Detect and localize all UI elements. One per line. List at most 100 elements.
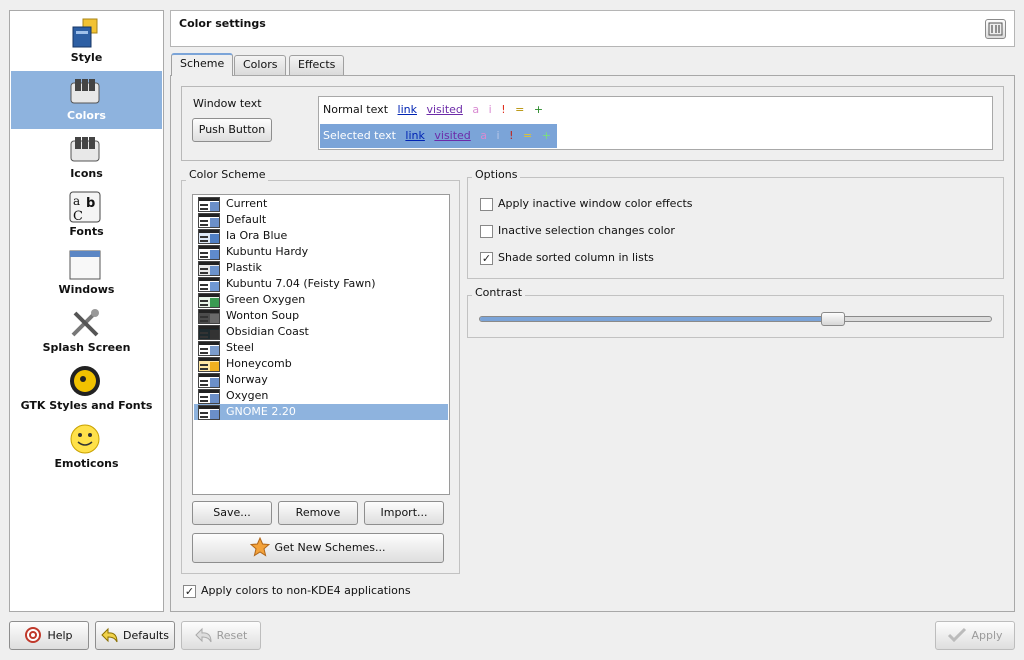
scheme-name: Honeycomb bbox=[226, 357, 292, 370]
list-item[interactable]: Default bbox=[194, 212, 448, 228]
scheme-name: Norway bbox=[226, 373, 268, 386]
page-header: Color settings bbox=[170, 10, 1015, 47]
preview-link[interactable]: link bbox=[398, 103, 417, 116]
list-item[interactable]: Current bbox=[194, 196, 448, 212]
import-button[interactable]: Import... bbox=[364, 501, 444, 525]
inactive-effects-checkbox[interactable] bbox=[480, 198, 493, 211]
apply-label: Apply bbox=[971, 629, 1003, 642]
scheme-preview-icon bbox=[198, 389, 220, 404]
sidebar-item-windows[interactable]: Windows bbox=[11, 245, 162, 303]
scheme-preview-icon bbox=[198, 405, 220, 420]
tab-label: Colors bbox=[243, 58, 278, 71]
list-item[interactable]: GNOME 2.20 bbox=[194, 404, 448, 420]
scheme-preview-icon bbox=[198, 213, 220, 228]
svg-text:b: b bbox=[86, 196, 95, 211]
scheme-preview-icon bbox=[198, 341, 220, 356]
svg-text:a: a bbox=[73, 194, 80, 208]
tab-scheme[interactable]: Scheme bbox=[171, 53, 234, 76]
save-label: Save... bbox=[213, 506, 251, 519]
scheme-preview-icon bbox=[198, 373, 220, 388]
tab-colors[interactable]: Colors bbox=[234, 55, 287, 75]
sidebar-item-splash-screen[interactable]: Splash Screen bbox=[11, 303, 162, 361]
contrast-slider-track[interactable] bbox=[479, 316, 992, 322]
list-item[interactable]: Honeycomb bbox=[194, 356, 448, 372]
sidebar-item-icons[interactable]: Icons bbox=[11, 129, 162, 187]
list-item[interactable]: Steel bbox=[194, 340, 448, 356]
scheme-name: Green Oxygen bbox=[226, 293, 306, 306]
scheme-preview-icon bbox=[198, 357, 220, 372]
scheme-preview-icon bbox=[198, 325, 220, 340]
splash-screen-icon bbox=[71, 309, 99, 337]
normal-text: Normal text bbox=[323, 103, 389, 116]
apply-non-kde-checkbox[interactable]: ✓ bbox=[183, 585, 196, 598]
sidebar-item-label: Icons bbox=[70, 167, 103, 180]
preview-push-button[interactable]: Push Button bbox=[192, 118, 272, 142]
tab-label: Scheme bbox=[180, 57, 225, 70]
scheme-name: Obsidian Coast bbox=[226, 325, 309, 338]
scheme-preview-icon bbox=[198, 277, 220, 292]
tab-effects[interactable]: Effects bbox=[289, 55, 345, 75]
get-new-schemes-label: Get New Schemes... bbox=[274, 541, 386, 554]
selected-text-row: Selected text link visited a i ! = + bbox=[320, 124, 557, 148]
scheme-preview-icon bbox=[198, 197, 220, 212]
shade-sorted-checkbox[interactable]: ✓ bbox=[480, 252, 493, 265]
color-scheme-title: Color Scheme bbox=[186, 168, 269, 181]
sidebar-item-emoticons[interactable]: Emoticons bbox=[11, 419, 162, 477]
help-label: Help bbox=[47, 629, 73, 642]
scheme-name: GNOME 2.20 bbox=[226, 405, 296, 418]
preview-char-i: i bbox=[488, 103, 492, 116]
reset-button[interactable]: Reset bbox=[181, 621, 261, 650]
page-title: Color settings bbox=[179, 17, 266, 30]
sidebar-item-style[interactable]: Style bbox=[11, 13, 162, 71]
defaults-button[interactable]: Defaults bbox=[95, 621, 175, 650]
reset-label: Reset bbox=[216, 629, 248, 642]
preview-sel-char-a: a bbox=[480, 129, 488, 142]
apply-button[interactable]: Apply bbox=[935, 621, 1015, 650]
list-item[interactable]: Green Oxygen bbox=[194, 292, 448, 308]
window-text-label: Window text bbox=[193, 97, 262, 110]
sidebar-item-fonts[interactable]: a b C Fonts bbox=[11, 187, 162, 245]
list-item[interactable]: Plastik bbox=[194, 260, 448, 276]
scheme-preview-icon bbox=[198, 293, 220, 308]
inactive-selection-checkbox[interactable] bbox=[480, 225, 493, 238]
remove-label: Remove bbox=[295, 506, 341, 519]
preview-selected-visited-link[interactable]: visited bbox=[434, 129, 470, 142]
defaults-label: Defaults bbox=[123, 629, 169, 642]
get-new-schemes-button[interactable]: Get New Schemes... bbox=[192, 533, 444, 563]
preview-char-a: a bbox=[472, 103, 480, 116]
header-help-button[interactable] bbox=[985, 19, 1006, 39]
contrast-slider-handle[interactable] bbox=[820, 312, 845, 326]
category-sidebar: Style Colors Icons a b C Fonts Windows S… bbox=[9, 10, 164, 612]
preview-char-eq: = bbox=[515, 103, 525, 116]
scheme-preview-icon bbox=[198, 229, 220, 244]
preview-char-plus: + bbox=[533, 103, 544, 116]
emoticons-icon bbox=[70, 424, 100, 454]
help-button[interactable]: Help bbox=[9, 621, 89, 650]
save-button[interactable]: Save... bbox=[192, 501, 272, 525]
style-icon bbox=[72, 18, 98, 48]
scheme-list[interactable]: Current Default Ia Ora Blue Kubuntu Hardy Pl… bbox=[192, 194, 450, 495]
sidebar-item-label: Windows bbox=[58, 283, 115, 296]
sidebar-item-gtk[interactable]: GTK Styles and Fonts bbox=[11, 361, 162, 419]
sidebar-item-colors[interactable]: Colors bbox=[11, 71, 162, 129]
preview-area: Normal text link visited a i ! = + Selec… bbox=[318, 96, 993, 150]
configure-icon bbox=[988, 22, 1003, 36]
shade-sorted-label: Shade sorted column in lists bbox=[498, 251, 654, 264]
checkmark-icon bbox=[948, 627, 967, 643]
list-item[interactable]: Kubuntu Hardy bbox=[194, 244, 448, 260]
list-item[interactable]: Norway bbox=[194, 372, 448, 388]
remove-button[interactable]: Remove bbox=[278, 501, 358, 525]
list-item[interactable]: Ia Ora Blue bbox=[194, 228, 448, 244]
fonts-icon: a b C bbox=[69, 191, 101, 223]
list-item[interactable]: Oxygen bbox=[194, 388, 448, 404]
list-item[interactable]: Obsidian Coast bbox=[194, 324, 448, 340]
icons-icon bbox=[70, 137, 100, 162]
scheme-name: Steel bbox=[226, 341, 254, 354]
preview-selected-link[interactable]: link bbox=[405, 129, 424, 142]
apply-non-kde-label: Apply colors to non-KDE4 applications bbox=[201, 584, 411, 597]
scheme-preview-icon bbox=[198, 245, 220, 260]
contrast-slider-fill bbox=[480, 317, 834, 321]
list-item[interactable]: Wonton Soup bbox=[194, 308, 448, 324]
list-item[interactable]: Kubuntu 7.04 (Feisty Fawn) bbox=[194, 276, 448, 292]
preview-visited-link[interactable]: visited bbox=[426, 103, 462, 116]
